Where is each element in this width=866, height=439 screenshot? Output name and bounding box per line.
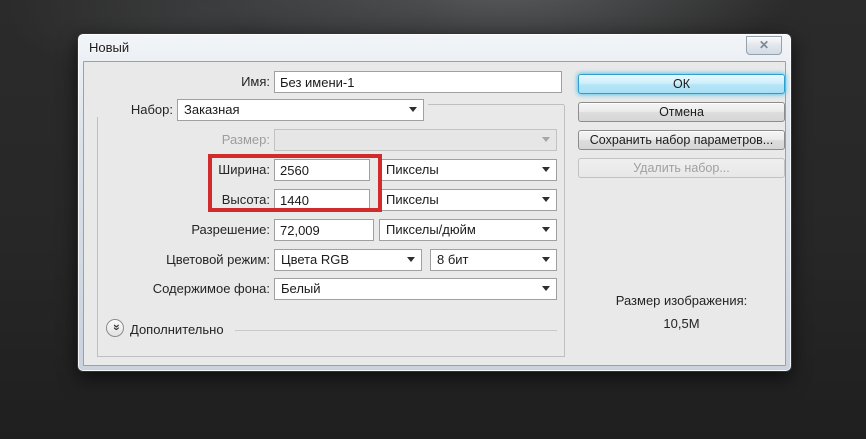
groupbox-border-segment xyxy=(428,104,564,105)
name-label: Имя: xyxy=(84,74,270,89)
name-input[interactable] xyxy=(274,71,562,93)
color-mode-label: Цветовой режим: xyxy=(84,252,270,267)
new-document-dialog: Новый ✕ Имя: Набор: Заказная Размер: Шир… xyxy=(77,33,792,372)
resolution-unit-value: Пикселы/дюйм xyxy=(386,222,476,237)
advanced-label: Дополнительно xyxy=(130,322,224,337)
preset-label: Набор: xyxy=(84,102,173,117)
height-unit-value: Пикселы xyxy=(386,192,439,207)
background-contents-dropdown[interactable]: Белый xyxy=(274,278,557,300)
preset-dropdown-value: Заказная xyxy=(184,102,240,117)
resolution-label: Разрешение: xyxy=(84,222,270,237)
background-contents-label: Содержимое фона: xyxy=(84,281,270,296)
chevron-down-icon xyxy=(542,227,550,232)
advanced-expand-button[interactable]: » xyxy=(106,319,124,337)
width-unit-value: Пикселы xyxy=(386,162,439,177)
chevron-down-icon xyxy=(542,197,550,202)
save-preset-button[interactable]: Сохранить набор параметров... xyxy=(578,130,785,150)
dialog-title: Новый xyxy=(89,40,129,55)
ok-button[interactable]: ОК xyxy=(578,74,785,94)
chevron-down-icon xyxy=(407,257,415,262)
cancel-button[interactable]: Отмена xyxy=(578,102,785,122)
color-mode-value: Цвета RGB xyxy=(281,252,349,267)
delete-preset-button: Удалить набор... xyxy=(578,158,785,178)
height-label: Высота: xyxy=(84,192,270,207)
chevron-down-icon xyxy=(542,257,550,262)
bit-depth-dropdown[interactable]: 8 бит xyxy=(430,249,557,271)
chevron-down-icon xyxy=(542,167,550,172)
width-unit-dropdown[interactable]: Пикселы xyxy=(379,159,557,181)
size-label: Размер: xyxy=(84,132,270,147)
height-unit-dropdown[interactable]: Пикселы xyxy=(379,189,557,211)
dialog-client-area: Имя: Набор: Заказная Размер: Ширина: Пик… xyxy=(83,61,786,366)
bit-depth-value: 8 бит xyxy=(437,252,469,267)
size-dropdown xyxy=(274,129,557,151)
advanced-divider xyxy=(235,330,557,331)
close-icon[interactable]: ✕ xyxy=(746,36,782,55)
double-chevron-down-icon: » xyxy=(110,324,124,331)
image-size-label: Размер изображения: xyxy=(578,293,785,308)
chevron-down-icon xyxy=(409,107,417,112)
dialog-titlebar[interactable]: Новый ✕ xyxy=(78,34,791,61)
height-input[interactable] xyxy=(274,189,370,211)
preset-dropdown[interactable]: Заказная xyxy=(177,99,424,121)
chevron-down-icon xyxy=(542,137,550,142)
resolution-input[interactable] xyxy=(274,219,374,241)
color-mode-dropdown[interactable]: Цвета RGB xyxy=(274,249,422,271)
background-contents-value: Белый xyxy=(281,281,321,296)
chevron-down-icon xyxy=(542,286,550,291)
resolution-unit-dropdown[interactable]: Пикселы/дюйм xyxy=(379,219,557,241)
image-size-value: 10,5M xyxy=(578,316,785,331)
width-input[interactable] xyxy=(274,159,370,181)
width-label: Ширина: xyxy=(84,162,270,177)
